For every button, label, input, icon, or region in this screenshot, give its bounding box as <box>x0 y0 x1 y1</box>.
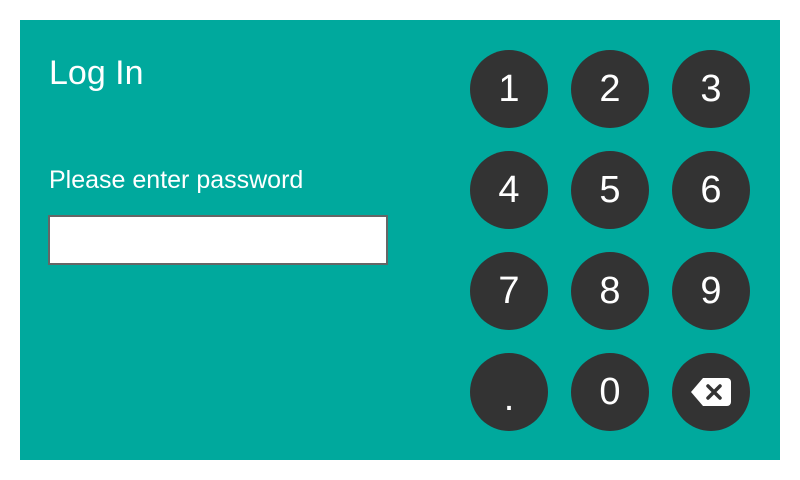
key-5[interactable]: 5 <box>571 151 649 229</box>
key-8[interactable]: 8 <box>571 252 649 330</box>
password-input[interactable] <box>48 215 388 265</box>
numeric-keypad: 1 2 3 4 5 6 7 8 9 . 0 <box>470 50 750 431</box>
login-panel: Log In Please enter password 1 2 3 4 5 6… <box>20 20 780 460</box>
backspace-button[interactable] <box>672 353 750 431</box>
key-2[interactable]: 2 <box>571 50 649 128</box>
key-9[interactable]: 9 <box>672 252 750 330</box>
key-decimal-point-label: . <box>503 377 515 419</box>
key-decimal-point[interactable]: . <box>470 353 548 431</box>
key-0[interactable]: 0 <box>571 353 649 431</box>
password-prompt: Please enter password <box>49 166 304 194</box>
key-3[interactable]: 3 <box>672 50 750 128</box>
key-6[interactable]: 6 <box>672 151 750 229</box>
key-4[interactable]: 4 <box>470 151 548 229</box>
key-1[interactable]: 1 <box>470 50 548 128</box>
page-title: Log In <box>49 54 144 92</box>
key-7[interactable]: 7 <box>470 252 548 330</box>
backspace-icon <box>691 378 731 406</box>
